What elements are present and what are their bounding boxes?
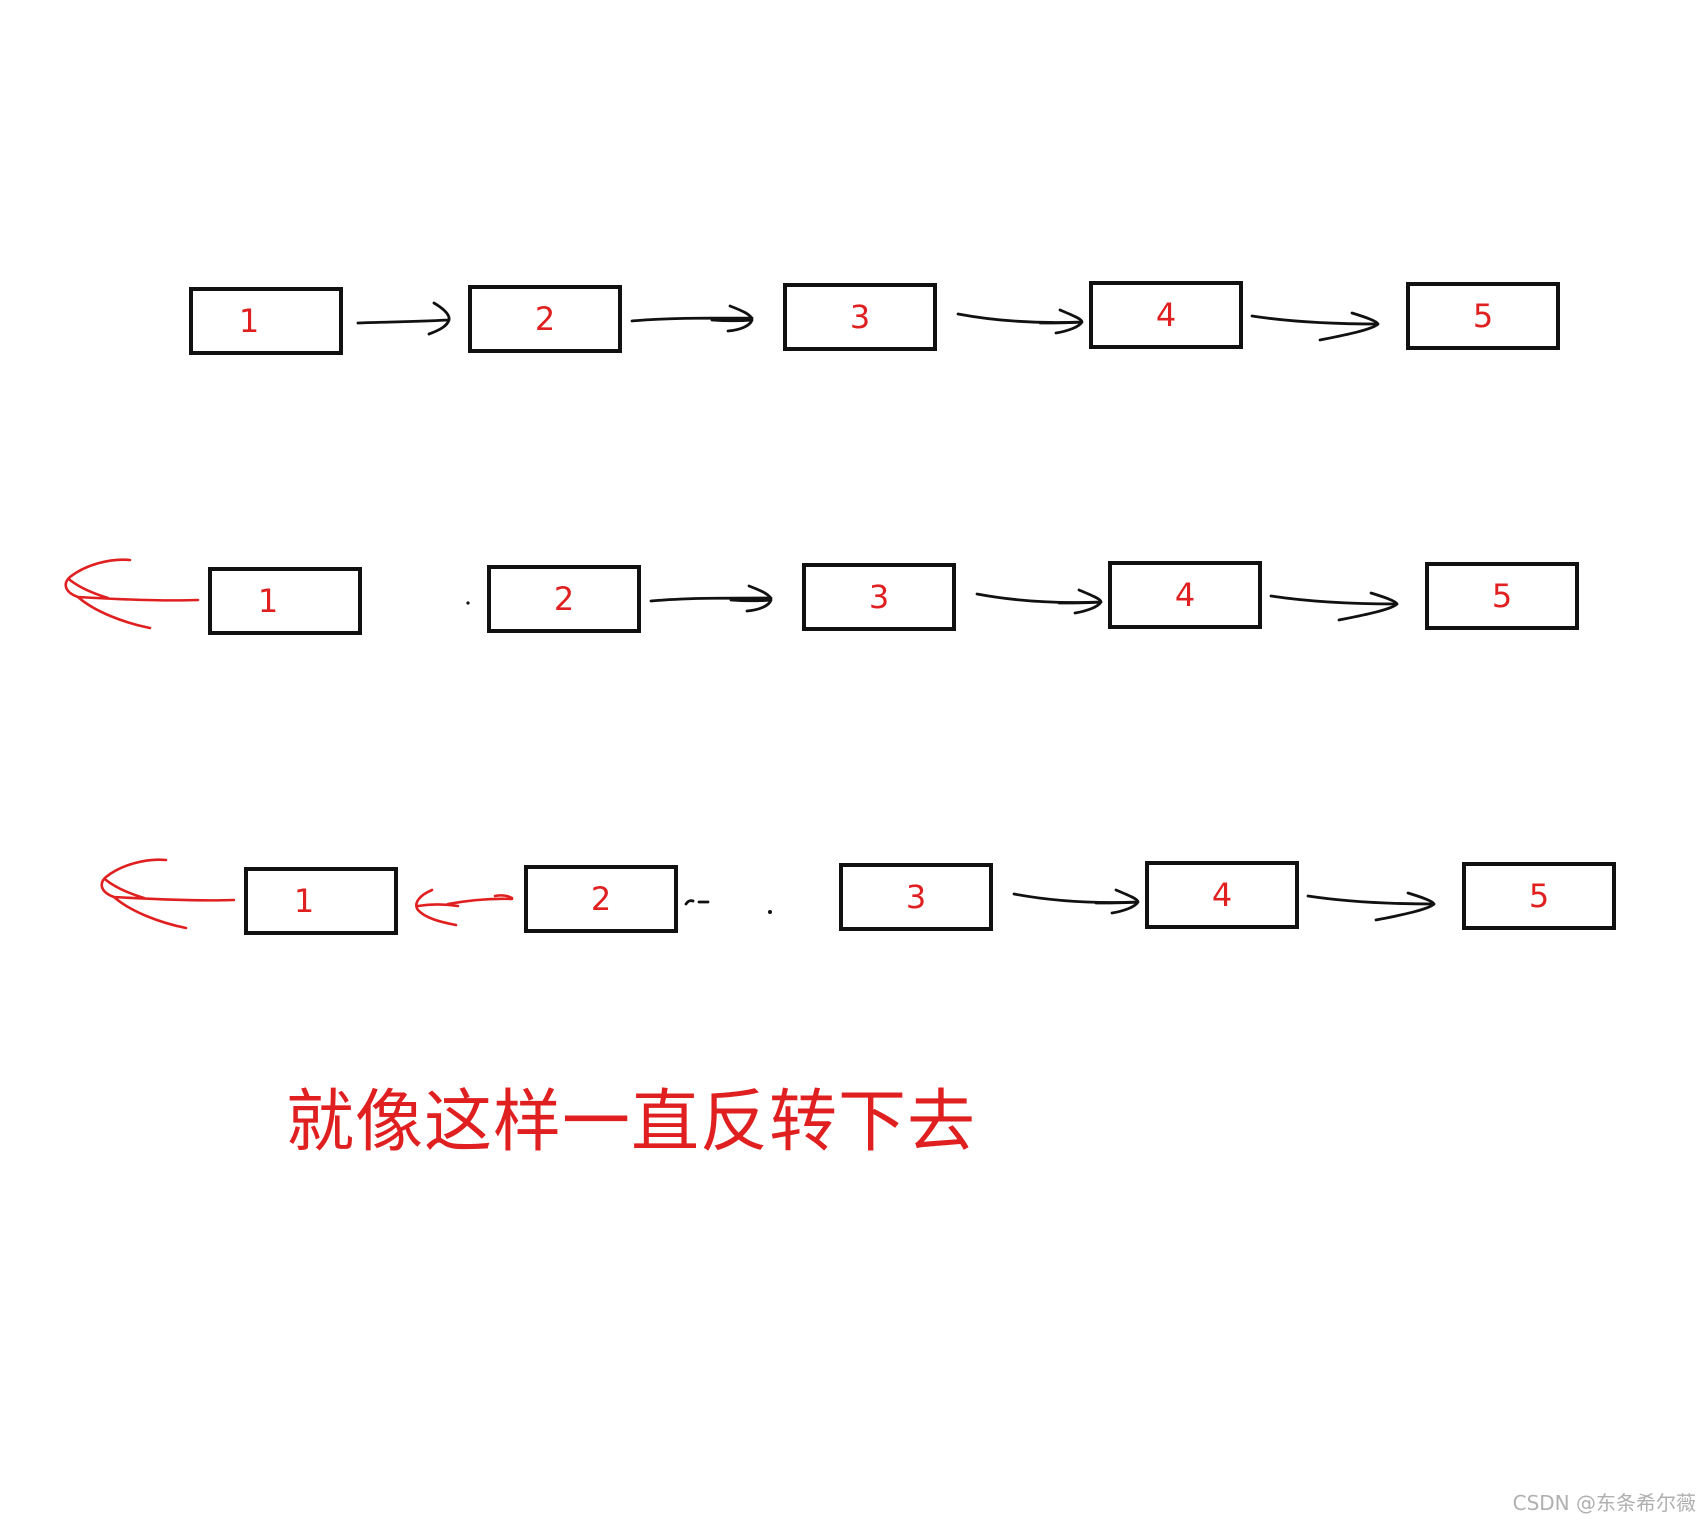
- node-label: 5: [1528, 877, 1550, 915]
- row1-arrow-3-4: [956, 308, 1084, 335]
- row3-node-1: 1: [244, 867, 398, 935]
- node-label: 5: [1472, 297, 1494, 335]
- node-label: 3: [868, 578, 890, 616]
- node-label: 4: [1174, 576, 1196, 614]
- row1-node-4: 4: [1089, 281, 1243, 349]
- diagram-canvas: 1 2 3 4 5 1 2 3 4 5 1 2 3 4 5 就像这样一直反转下去…: [0, 0, 1708, 1524]
- row2-node-5: 5: [1425, 562, 1579, 630]
- row2-red-arrow: [64, 558, 200, 630]
- row1-node-5: 5: [1406, 282, 1560, 350]
- row3-red-arrow-1: [100, 858, 236, 930]
- row3-node-5: 5: [1462, 862, 1616, 930]
- row3-node-4: 4: [1145, 861, 1299, 929]
- row2-arrow-3-4: [975, 588, 1103, 615]
- row3-arrow-3-4: [1012, 888, 1140, 915]
- node-label: 2: [534, 300, 556, 338]
- caption-text: 就像这样一直反转下去: [286, 1083, 977, 1162]
- row2-dot: [466, 601, 470, 605]
- node-label: 4: [1211, 876, 1233, 914]
- row1-arrow-1-2: [356, 301, 451, 336]
- row2-node-2: 2: [487, 565, 641, 633]
- row3-dot: [768, 910, 772, 914]
- node-label: 2: [590, 880, 612, 918]
- node-label: 1: [293, 882, 315, 920]
- row2-node-3: 3: [802, 563, 956, 631]
- watermark-text: CSDN @东条希尔薇: [1512, 1491, 1696, 1515]
- node-label: 1: [257, 582, 279, 620]
- row2-arrow-4-5: [1269, 591, 1399, 622]
- node-label: 2: [553, 580, 575, 618]
- row1-arrow-4-5: [1250, 311, 1380, 342]
- row3-node-3: 3: [839, 863, 993, 931]
- row2-node-1: 1: [208, 567, 362, 635]
- node-label: 3: [905, 878, 927, 916]
- row1-node-2: 2: [468, 285, 622, 353]
- node-label: 5: [1491, 577, 1513, 615]
- row2-arrow-2-3: [649, 584, 773, 613]
- row3-dash-1: [684, 899, 695, 906]
- row2-node-4: 4: [1108, 561, 1262, 629]
- node-label: 1: [238, 302, 260, 340]
- row1-arrow-2-3: [630, 304, 754, 333]
- arrows-layer: [64, 301, 1436, 930]
- row1-node-3: 3: [783, 283, 937, 351]
- node-label: 4: [1155, 296, 1177, 334]
- row1-node-1: 1: [189, 287, 343, 355]
- node-label: 3: [849, 298, 871, 336]
- row3-arrow-4-5: [1306, 891, 1436, 922]
- row3-red-arrow-2: [415, 888, 514, 927]
- row3-node-2: 2: [524, 865, 678, 933]
